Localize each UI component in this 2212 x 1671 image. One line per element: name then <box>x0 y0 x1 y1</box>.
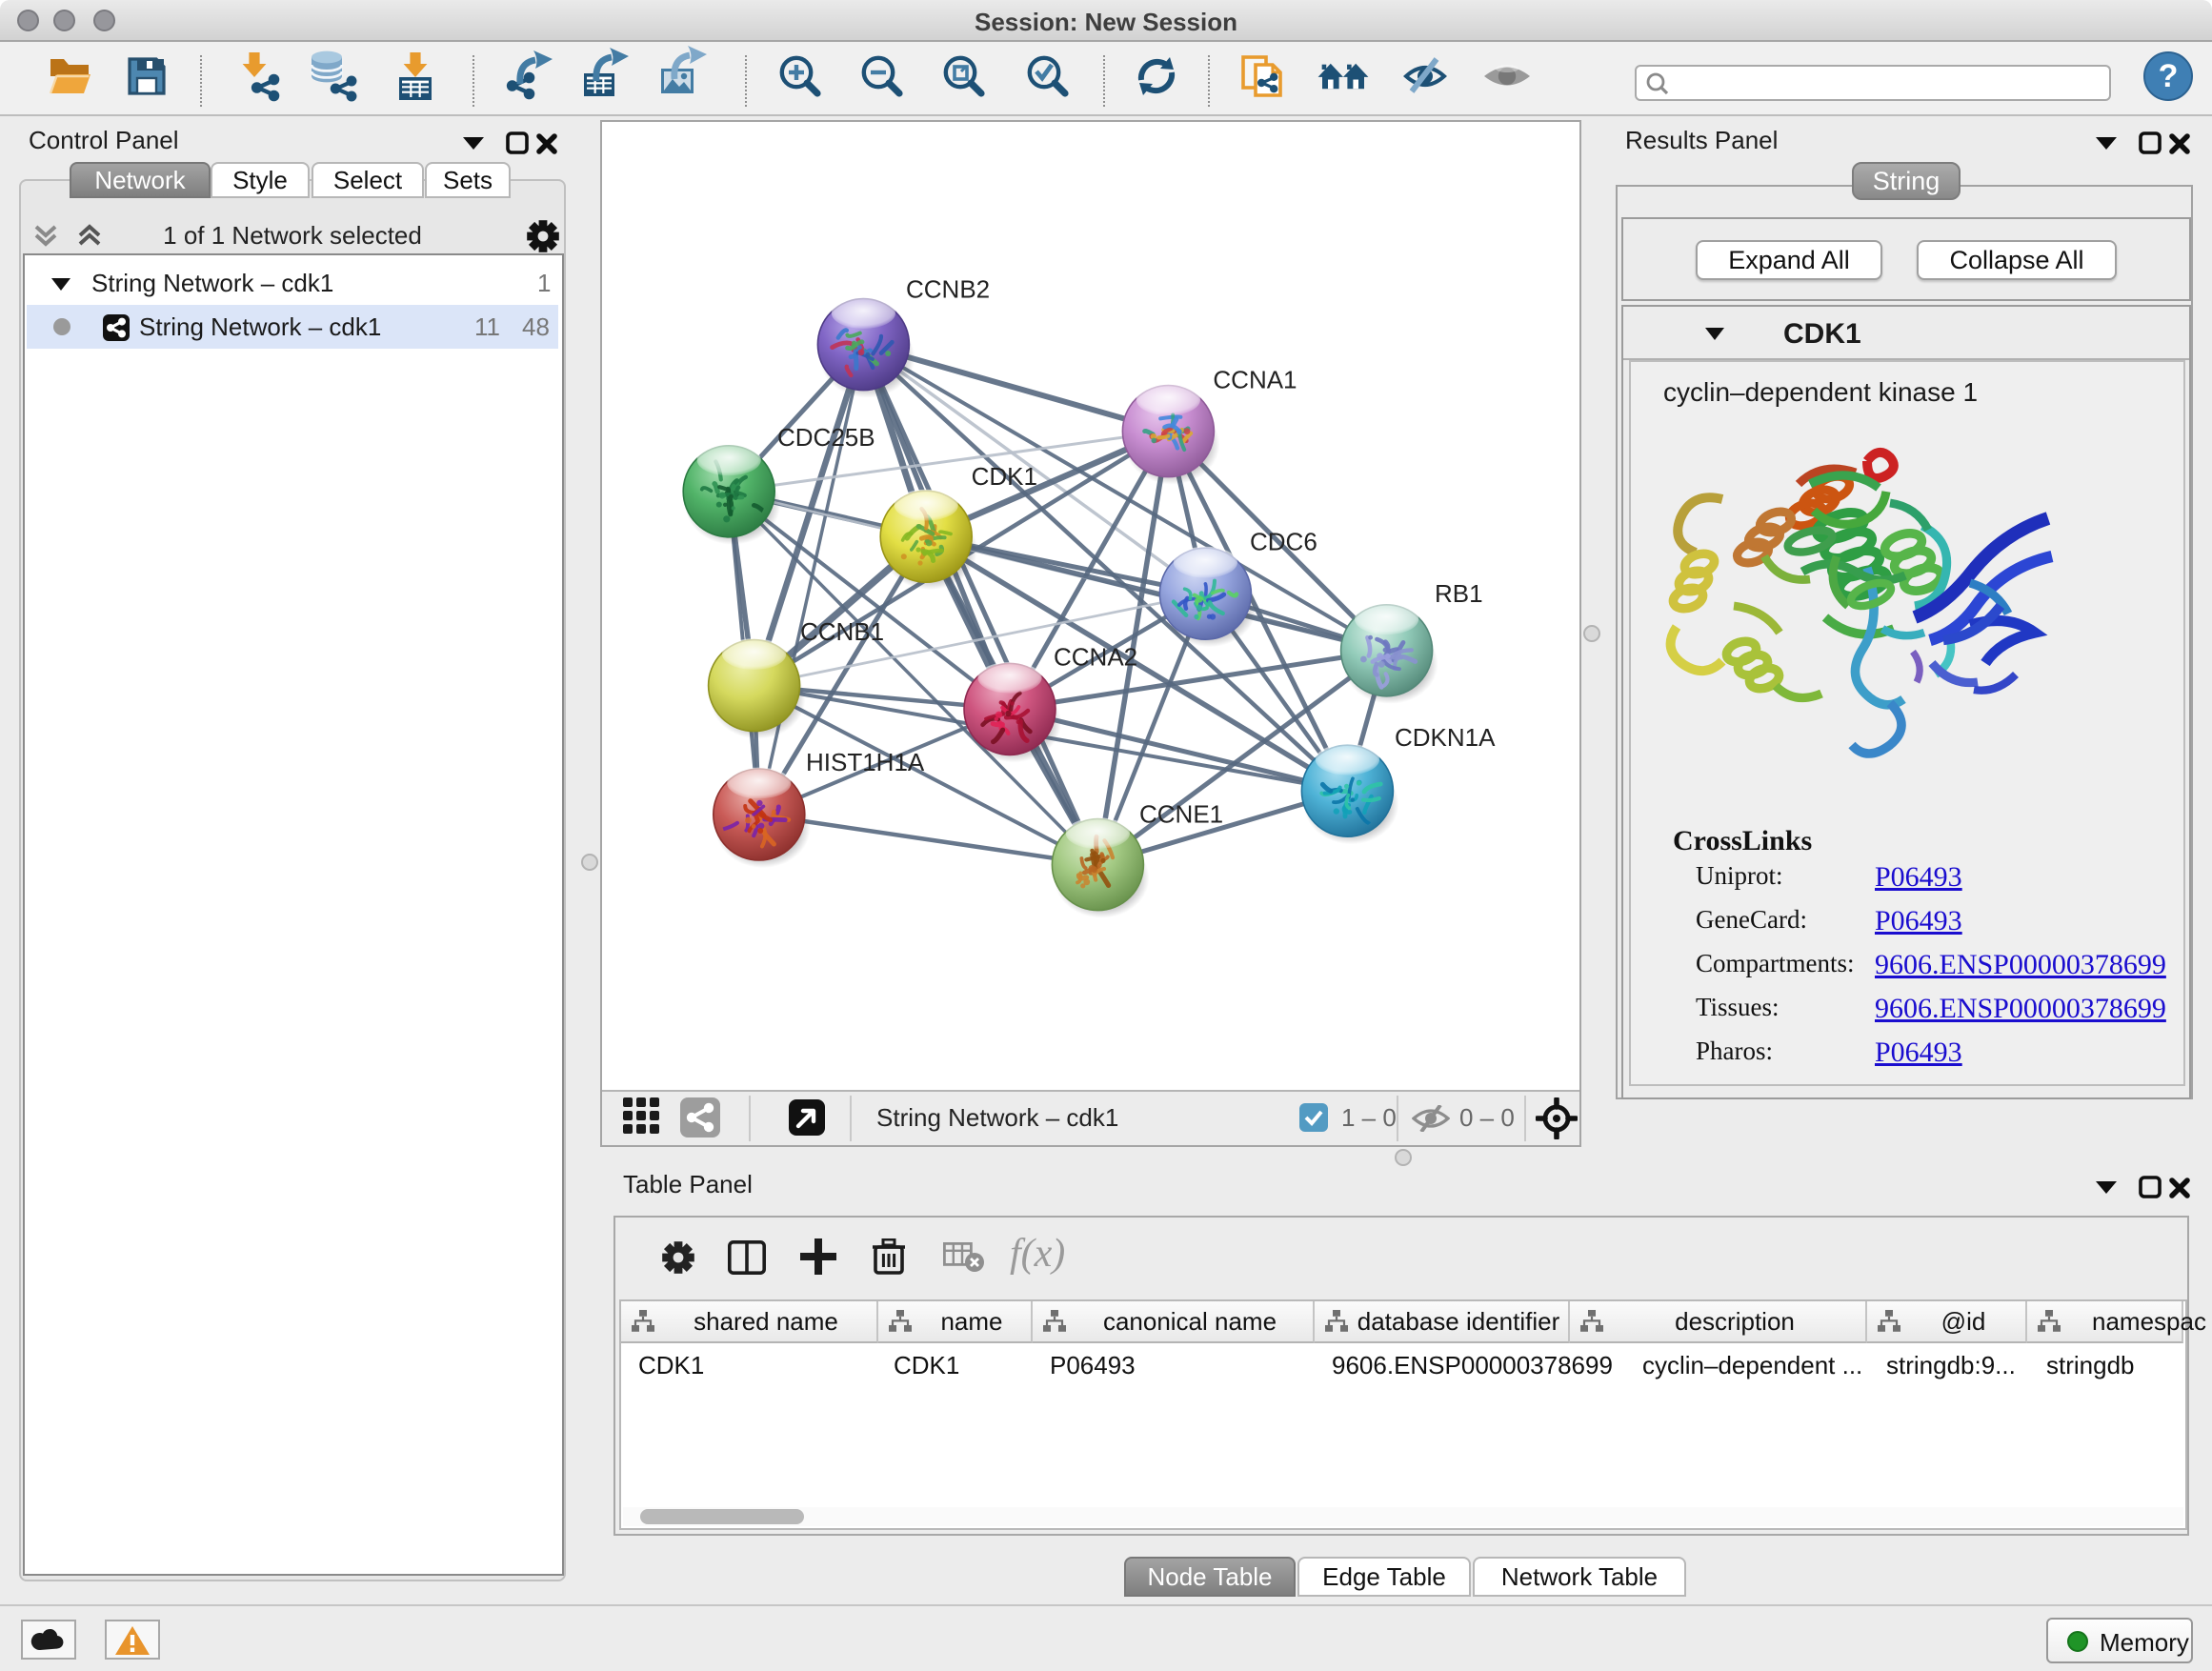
svg-text:CDC6: CDC6 <box>1250 528 1317 556</box>
svg-text:CDC25B: CDC25B <box>777 423 875 452</box>
svg-text:CCNA2: CCNA2 <box>1054 643 1137 672</box>
svg-text:CCNB2: CCNB2 <box>906 275 990 304</box>
svg-text:RB1: RB1 <box>1435 579 1483 608</box>
svg-text:CCNB1: CCNB1 <box>800 617 884 646</box>
svg-text:HIST1H1A: HIST1H1A <box>806 748 925 776</box>
svg-text:CDK1: CDK1 <box>972 462 1037 491</box>
svg-text:CDKN1A: CDKN1A <box>1395 723 1496 752</box>
svg-text:CCNA1: CCNA1 <box>1213 365 1297 393</box>
svg-text:CCNE1: CCNE1 <box>1139 800 1223 829</box>
svg-text:?: ? <box>2159 58 2179 94</box>
